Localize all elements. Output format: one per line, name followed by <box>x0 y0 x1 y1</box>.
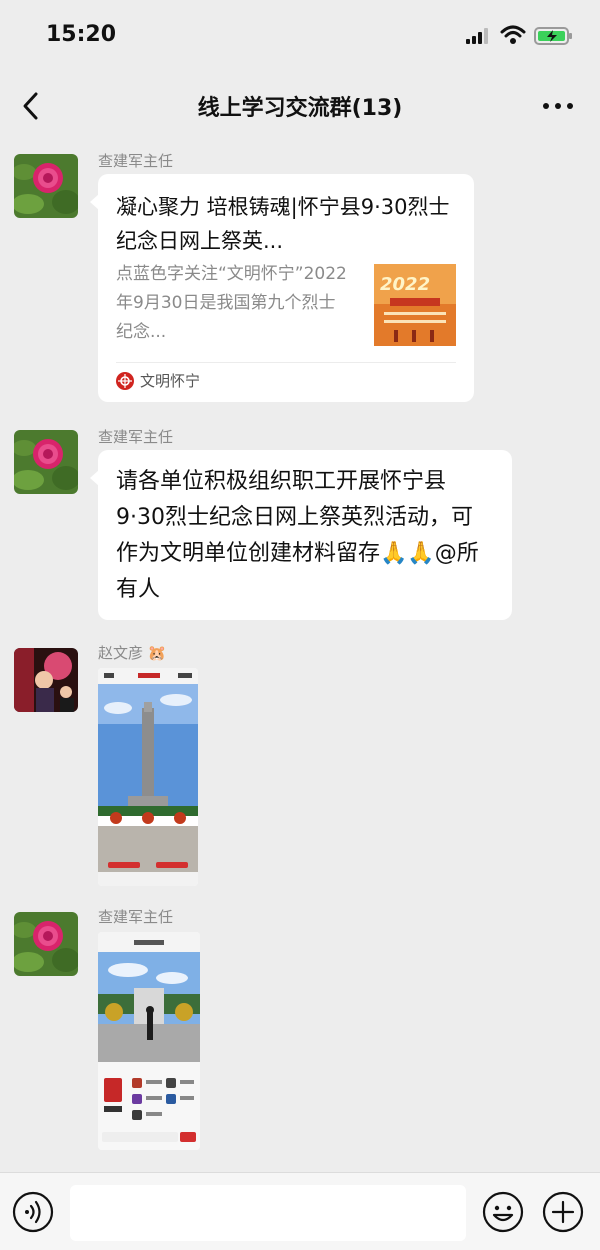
sender-name: 查建军主任 <box>98 908 174 926</box>
card-description: 点蓝色字关注“文明怀宁”2022年9月30日是我国第九个烈士纪念... <box>116 264 347 342</box>
link-card-bubble[interactable]: 凝心聚力 培根铸魂|怀宁县9·30烈士纪念日网上祭英... 点蓝色字关注“文明怀… <box>90 174 474 402</box>
emoji-icon[interactable] <box>482 1191 524 1233</box>
avatar-photo[interactable] <box>14 648 78 712</box>
voice-icon[interactable] <box>12 1191 54 1233</box>
nav-bar: 线上学习交流群(13) <box>0 72 600 140</box>
battery-charging-icon <box>534 27 572 45</box>
text-bubble[interactable]: 请各单位积极组织职工开展怀宁县9·30烈士纪念日网上祭英烈活动，可作为文明单位创… <box>90 450 512 620</box>
avatar-peony[interactable] <box>14 154 78 218</box>
card-thumbnail: 2022 <box>374 264 456 346</box>
avatar-peony[interactable] <box>14 430 78 494</box>
sender-emoji: 🐹 <box>147 644 167 662</box>
sender-name: 赵文彦 🐹 <box>98 644 167 662</box>
avatar-peony[interactable] <box>14 912 78 976</box>
more-dots-icon[interactable] <box>540 90 576 122</box>
shared-image-memorial-app[interactable] <box>98 932 200 1150</box>
plus-icon[interactable] <box>542 1191 584 1233</box>
signal-icon <box>466 28 488 44</box>
wifi-icon <box>500 25 526 44</box>
message-input[interactable] <box>70 1185 466 1241</box>
card-source-name: 文明怀宁 <box>140 372 201 390</box>
message-text-content: 请各单位积极组织职工开展怀宁县9·30烈士纪念日网上祭英烈活动，可作为文明单位创… <box>116 469 479 602</box>
sender-name: 查建军主任 <box>98 428 174 446</box>
input-bar <box>0 1172 600 1250</box>
sender-name: 查建军主任 <box>98 152 174 170</box>
status-time: 15:20 <box>46 22 117 47</box>
shared-image-monument[interactable] <box>98 668 198 886</box>
chat-title: 线上学习交流群(13) <box>197 96 403 121</box>
status-bar: 15:20 <box>0 0 600 72</box>
card-divider <box>116 362 456 363</box>
card-title: 凝心聚力 培根铸魂|怀宁县9·30烈士纪念日网上祭英... <box>116 195 450 253</box>
thumb-year: 2022 <box>380 274 430 295</box>
source-logo-icon <box>116 372 134 390</box>
